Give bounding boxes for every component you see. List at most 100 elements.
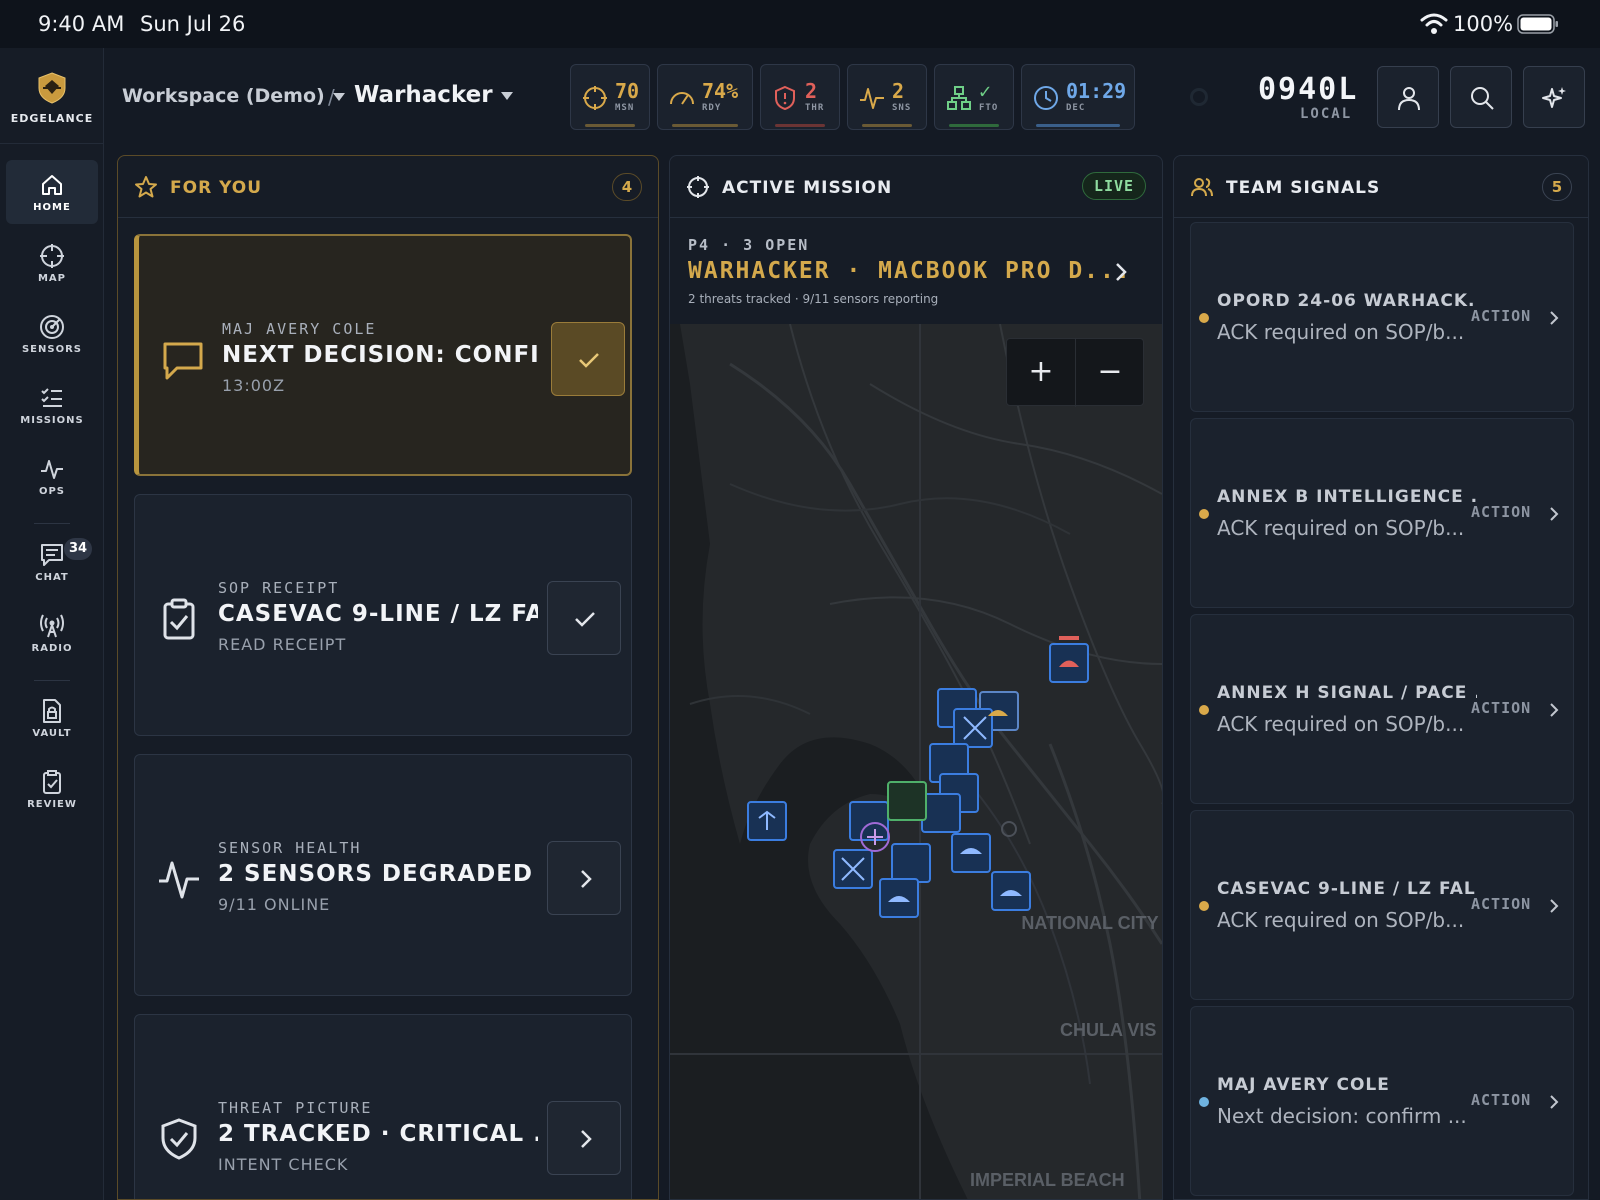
nav-chat[interactable]: CHAT 34 [6,530,98,594]
for-you-card-threat-picture[interactable]: THREAT PICTURE 2 TRACKED · CRITICAL ... … [134,1014,632,1199]
for-you-card-decision[interactable]: MAJ AVERY COLE NEXT DECISION: CONFI... 1… [134,234,632,476]
signal-title: OPORD 24-06 WARHACK... [1217,291,1477,311]
nav-radio-label: RADIO [31,643,73,654]
metric-value: 70 [615,79,640,103]
signal-action: ACTION [1471,699,1532,717]
battery-icon [1517,14,1558,34]
metric-decision-timer[interactable]: 01:29 DEC [1021,64,1135,130]
metric-label: DEC [1066,103,1086,113]
card-title: 2 SENSORS DEGRADED [218,861,534,887]
signal-item[interactable]: OPORD 24-06 WARHACK... ACK required on S… [1190,222,1574,412]
nav-map[interactable]: MAP [6,231,98,295]
metric-label: RDY [702,103,722,113]
signal-action: ACTION [1471,503,1532,521]
metric-threats[interactable]: 2 THR [760,64,840,130]
open-button[interactable] [547,841,621,915]
mission-map[interactable]: NATIONAL CITY CHULA VIS IMPERIAL BEACH +… [670,324,1162,1199]
nav-radio[interactable]: RADIO [6,601,98,665]
connection-indicator [1190,88,1208,106]
nav-chat-label: CHAT [35,572,69,583]
nav-map-label: MAP [37,273,67,284]
activity-icon [159,861,199,899]
check-icon [575,612,595,627]
card-meta: INTENT CHECK [218,1155,349,1174]
shield-alert-icon [775,85,795,111]
nav-vault[interactable]: VAULT [6,686,98,750]
signal-item[interactable]: CASEVAC 9-LINE / LZ FAL... ACK required … [1190,810,1574,1000]
signal-action: ACTION [1471,307,1532,325]
metric-sensors[interactable]: 2 SNS [847,64,927,130]
card-title: NEXT DECISION: CONFI... [222,342,542,368]
nav-ops[interactable]: OPS [6,444,98,508]
project-selector[interactable]: Warhacker [354,82,513,108]
clipboard-check-icon [43,770,61,794]
metric-value: 2 [805,79,818,103]
nav-missions[interactable]: MISSIONS [6,373,98,437]
confirm-button[interactable] [551,322,625,396]
card-meta: 9/11 ONLINE [218,895,331,914]
card-title: 2 TRACKED · CRITICAL ... [218,1121,538,1147]
status-time: 9:40 AM [38,12,125,36]
chevron-right-icon [1550,311,1559,325]
assistant-button[interactable] [1523,66,1585,128]
signal-subtitle: ACK required on SOP/b... [1217,908,1465,932]
nav-sensors[interactable]: SENSORS [6,302,98,366]
metric-value: ✓ [979,79,992,103]
signal-subtitle: Next decision: confirm ... [1217,1104,1467,1128]
activity-icon [860,88,884,109]
crosshair-icon [40,244,64,268]
zoom-out-button[interactable]: − [1076,339,1144,407]
clock-icon [1034,86,1058,110]
nav-ops-label: OPS [38,486,66,497]
search-icon [1471,87,1494,110]
map-label-national-city: NATIONAL CITY [1021,913,1158,933]
signal-action: ACTION [1471,895,1532,913]
for-you-card-sop-receipt[interactable]: SOP RECEIPT CASEVAC 9-LINE / LZ FA... RE… [134,494,632,736]
chevron-right-icon [1550,899,1559,913]
signal-action: ACTION [1471,1091,1532,1109]
workspace-selector[interactable]: Workspace (Demo) [122,85,345,107]
nav-home[interactable]: HOME [6,160,98,224]
brand-logo[interactable]: EDGELANCE [0,72,104,125]
metric-value: 2 [892,79,905,103]
metric-bar [862,124,912,127]
metric-bar [775,124,825,127]
metric-missions[interactable]: 70 MSN [570,64,650,130]
search-button[interactable] [1450,66,1512,128]
status-dot [1199,705,1209,715]
star-icon [135,176,157,198]
card-kicker: SOP RECEIPT [218,579,340,597]
team-signals-panel: TEAM SIGNALS 5 OPORD 24-06 WARHACK... AC… [1173,155,1589,1200]
metric-bar [585,124,635,127]
message-square-icon [163,342,203,380]
status-dot [1199,313,1209,323]
gauge-icon [670,92,694,105]
zoom-in-button[interactable]: + [1007,339,1075,407]
active-mission-title: ACTIVE MISSION [722,178,893,198]
signal-item[interactable]: ANNEX B INTELLIGENCE ... ACK required on… [1190,418,1574,608]
signal-item[interactable]: MAJ AVERY COLE Next decision: confirm ..… [1190,1006,1574,1196]
battery-percent: 100% [1453,12,1514,36]
chevron-right-icon [581,1130,592,1148]
signal-subtitle: ACK required on SOP/b... [1217,516,1465,540]
metric-bar [949,124,999,127]
card-kicker: MAJ AVERY COLE [222,320,377,338]
signal-item[interactable]: ANNEX H SIGNAL / PACE ... ACK required o… [1190,614,1574,804]
open-button[interactable] [547,1101,621,1175]
metric-bar [1036,124,1120,127]
team-signals-title: TEAM SIGNALS [1226,178,1381,198]
chat-icon [41,544,63,566]
check-icon [579,353,599,368]
local-clock: 0940L [1258,72,1359,107]
active-mission-header: ACTIVE MISSION LIVE [670,156,1162,218]
profile-button[interactable] [1377,66,1439,128]
nav-review[interactable]: REVIEW [6,757,98,821]
metric-fto[interactable]: ✓ FTO [934,64,1014,130]
crosshair-icon [687,176,709,198]
acknowledge-button[interactable] [547,581,621,655]
status-dot [1199,509,1209,519]
nav-missions-label: MISSIONS [20,415,84,426]
metric-readiness[interactable]: 74% RDY [657,64,753,130]
status-dot [1199,1097,1209,1107]
for-you-card-sensor-health[interactable]: SENSOR HEALTH 2 SENSORS DEGRADED 9/11 ON… [134,754,632,996]
